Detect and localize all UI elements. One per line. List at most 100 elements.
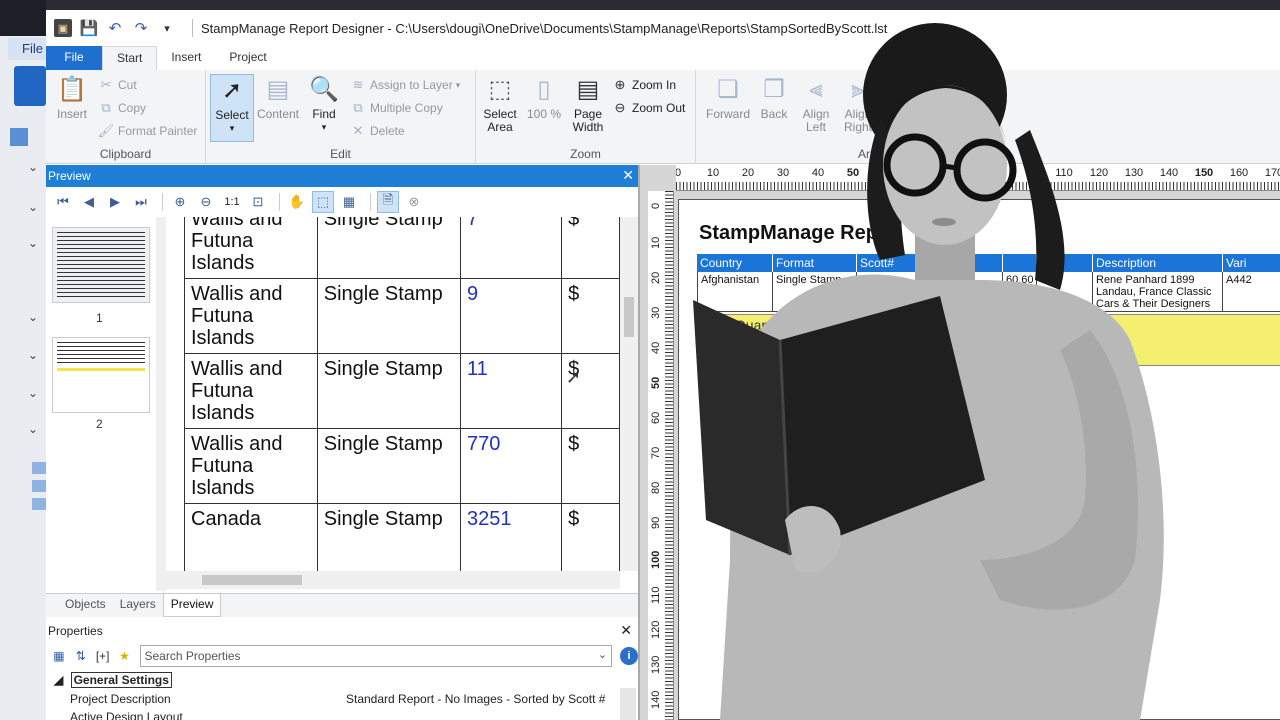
last-page-icon[interactable]: ⏭ [130,191,152,213]
tab-insert[interactable]: Insert [157,46,215,70]
multi-page-icon[interactable]: ▦ [338,191,360,213]
search-placeholder: Search Properties [144,649,241,663]
zoom-in-button[interactable]: ⊕ Zoom In [612,77,676,92]
zoom-area-icon[interactable]: ⬚ [312,191,334,213]
chevron-down-icon[interactable]: ⌄ [598,648,607,661]
chevron-down-icon[interactable]: ⌄ [28,386,38,400]
info-icon[interactable]: i [620,647,639,665]
align-left-button[interactable]: ⫷ Align Left [794,74,838,134]
align-left-icon: ⫷ [809,75,823,103]
property-value[interactable]: Standard Report - No Images - Sorted by … [346,692,605,706]
align-right-icon: ⫸ [851,75,865,103]
select-area-button[interactable]: ⬚ Select Area [478,74,522,134]
delete-button[interactable]: ✕ Delete [350,123,405,138]
stop-icon[interactable]: ⊗ [403,191,425,213]
collapse-triangle-icon[interactable]: ◢ [54,673,63,687]
tab-preview[interactable]: Preview [162,594,222,617]
horizontal-ruler: 0 10 20 30 40 50 60 110 120 130 140 150 … [676,165,1280,191]
panel-tabs: Objects Layers Preview [46,593,638,617]
background-file-tab[interactable]: File [8,38,48,60]
thumbnail-scrollbar[interactable] [156,217,166,591]
page-width-icon: ▤ [576,75,600,103]
cut-button[interactable]: ✂ Cut [98,77,137,92]
hand-icon[interactable]: ✋ [286,191,308,213]
column-header: Den. [1037,254,1093,272]
save-icon[interactable]: 💾 [80,19,99,37]
properties-scrollbar[interactable] [620,688,636,720]
delete-label: Delete [370,124,405,138]
back-button[interactable]: ❐ Back [752,74,796,121]
actual-size-button[interactable]: 1:1 [221,191,243,213]
price-cell: $ [561,503,620,571]
page-width-button[interactable]: ▤ Page Width [566,74,610,134]
totals-value: 00 [710,333,726,349]
page-thumbnails: 1 2 [46,217,166,591]
undo-icon[interactable]: ↶ [106,19,124,37]
fit-page-icon[interactable]: ⊡ [247,191,269,213]
report-data-row[interactable]: Afghanistan Single Stamp 1099 60.60 Rene… [697,272,1280,312]
tab-file[interactable]: File [46,46,102,70]
export-icon[interactable]: 🗎 [377,191,399,213]
multiple-copy-button[interactable]: ⧉ Multiple Copy [350,100,442,115]
property-group-general[interactable]: ◢ General Settings [54,672,172,688]
tree-node-icon[interactable] [32,498,46,510]
properties-panel-title: Properties ✕ [46,622,638,642]
format-cell: Single Stamp [316,278,462,354]
ruler-label: 110 [650,586,662,604]
categorized-icon[interactable]: ▦ [50,647,68,665]
zoom-100-button[interactable]: ▯ 100 % [522,74,566,121]
tree-node-icon[interactable] [32,462,46,474]
chevron-down-icon[interactable]: ⌄ [28,160,38,174]
first-page-icon[interactable]: ⏮ [52,191,74,213]
tab-start[interactable]: Start [102,46,158,70]
page-thumbnail-1[interactable] [52,227,150,303]
tree-node-icon[interactable] [32,480,46,492]
preview-horizontal-scrollbar[interactable] [166,571,620,589]
ruler-label: 60 [650,411,662,424]
format-painter-button[interactable]: 🖌 Format Painter [98,123,198,138]
zoom-out-icon[interactable]: ⊖ [195,191,217,213]
zoom-100-label: 100 % [526,107,562,121]
tab-project[interactable]: Project [215,46,280,70]
close-icon[interactable]: ✕ [620,622,632,639]
scroll-thumb[interactable] [202,575,302,585]
chevron-down-icon[interactable]: ⌄ [28,236,38,250]
align-right-button[interactable]: ⫸ Align Right [836,74,880,134]
design-page[interactable]: StampManage Rep Country Format Scott# De… [678,199,1280,720]
chevron-down-icon[interactable]: ⌄ [28,310,38,324]
content-button[interactable]: ▤ Content [256,74,300,121]
report-title[interactable]: StampManage Rep [699,222,878,245]
title-separator [192,19,193,37]
copy-button[interactable]: ⧉ Copy [98,100,146,115]
tab-objects[interactable]: Objects [58,594,113,617]
chevron-down-icon[interactable]: ⌄ [28,200,38,214]
ruler-label: 110 [1055,167,1073,179]
zoom-out-button[interactable]: ⊖ Zoom Out [612,100,686,115]
expand-all-icon[interactable]: [+] [94,647,112,665]
search-properties-input[interactable]: Search Properties ⌄ [139,645,613,667]
close-icon[interactable]: ✕ [622,167,634,184]
next-page-icon[interactable]: ▶ [104,191,126,213]
page-thumbnail-2[interactable] [52,337,150,413]
favorites-star-icon[interactable]: ★ [116,647,134,665]
tab-layers[interactable]: Layers [113,594,163,617]
insert-button[interactable]: 📋 Insert [50,74,94,121]
report-totals-band[interactable]: LS: Quantity: 00 [697,314,1280,366]
report-header-row[interactable]: Country Format Scott# Den. Description V… [697,254,1280,272]
format-cell: Single Stamp [316,217,462,279]
chevron-down-icon[interactable]: ⌄ [28,422,38,436]
quick-access-dropdown-icon[interactable]: ▾ [158,19,176,37]
sort-alphabetical-icon[interactable]: ⇅ [72,647,90,665]
find-button[interactable]: 🔍 Find ▾ [302,74,346,134]
ruler-label: 0 [650,202,662,209]
arrange-group-label: Arra [858,147,881,161]
forward-button[interactable]: ❏ Forward [702,74,754,121]
preview-vertical-scrollbar[interactable] [620,217,638,571]
select-button[interactable]: ➚ Select ▾ [210,74,254,142]
zoom-in-icon[interactable]: ⊕ [169,191,191,213]
assign-to-layer-button[interactable]: ≋ Assign to Layer ▾ [350,77,461,92]
scroll-thumb[interactable] [624,297,634,337]
redo-icon[interactable]: ↷ [132,19,150,37]
previous-page-icon[interactable]: ◀ [78,191,100,213]
chevron-down-icon[interactable]: ⌄ [28,348,38,362]
